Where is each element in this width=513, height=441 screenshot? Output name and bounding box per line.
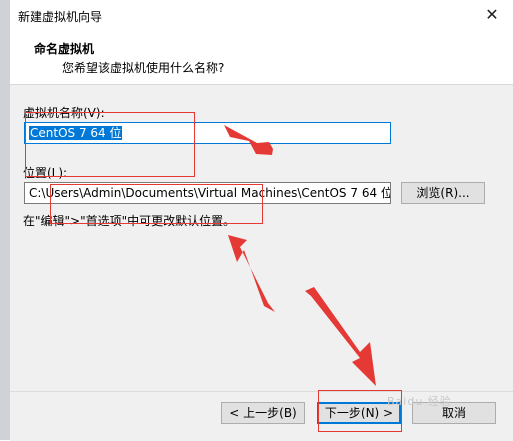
annotation-arrow-vm-name: [224, 125, 273, 155]
annotation-arrow-location: [228, 235, 275, 312]
annotation-arrows: [224, 125, 376, 386]
annotation-arrow-next: [305, 287, 376, 386]
